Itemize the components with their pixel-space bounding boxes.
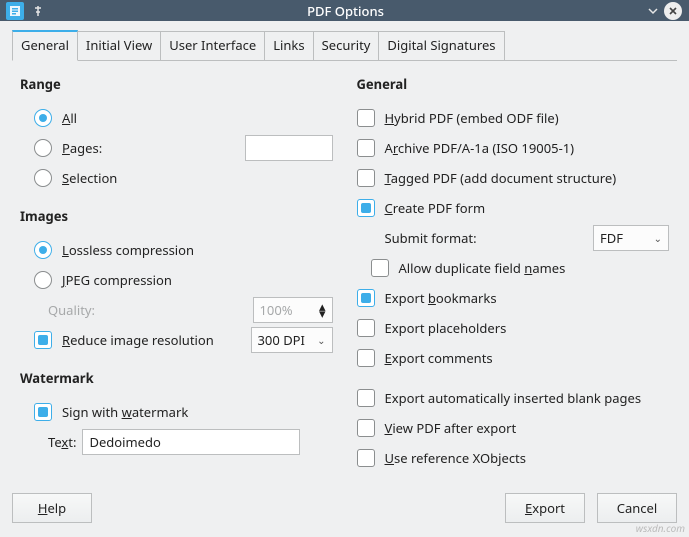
tab-digital-signatures[interactable]: Digital Signatures — [379, 31, 504, 61]
titlebar: PDF Options — [0, 0, 689, 21]
tab-general[interactable]: General — [12, 30, 78, 61]
app-icon — [6, 2, 24, 20]
site-watermark: wsxdn.com — [636, 521, 685, 535]
label-create-form: Create PDF form — [385, 199, 486, 217]
dpi-combo[interactable]: 300 DPI ⌄ — [251, 327, 333, 353]
check-comments[interactable] — [357, 349, 375, 367]
check-reduce[interactable] — [34, 331, 52, 349]
bookmarks-option[interactable]: Export bookmarks — [357, 283, 670, 313]
check-hybrid[interactable] — [357, 109, 375, 127]
label-hybrid: Hybrid PDF (embed ODF file) — [385, 109, 559, 127]
label-sign-watermark: Sign with watermark — [62, 403, 188, 421]
tab-security[interactable]: Security — [314, 31, 380, 61]
quality-spin: 100% ▴▾ — [253, 297, 333, 323]
label-xobjects: Use reference XObjects — [385, 449, 526, 467]
check-archive[interactable] — [357, 139, 375, 157]
submit-format-value: FDF — [600, 229, 623, 247]
tagged-option[interactable]: Tagged PDF (add document structure) — [357, 163, 670, 193]
range-pages-option[interactable]: Pages: — [34, 133, 333, 163]
comments-option[interactable]: Export comments — [357, 343, 670, 373]
window-title: PDF Options — [48, 2, 643, 20]
dpi-value: 300 DPI — [258, 331, 305, 349]
check-placeholders[interactable] — [357, 319, 375, 337]
watermark-text-row: Text: — [48, 427, 333, 457]
label-view-after: View PDF after export — [385, 419, 517, 437]
close-button[interactable] — [663, 1, 683, 21]
sign-watermark-option[interactable]: Sign with watermark — [34, 397, 333, 427]
check-xobjects[interactable] — [357, 449, 375, 467]
range-all-option[interactable]: All — [34, 103, 333, 133]
radio-selection[interactable] — [34, 169, 52, 187]
close-icon — [664, 2, 682, 20]
placeholders-option[interactable]: Export placeholders — [357, 313, 670, 343]
images-group-label: Images — [20, 207, 333, 225]
radio-jpeg[interactable] — [34, 271, 52, 289]
tabstrip: General Initial View User Interface Link… — [12, 29, 677, 61]
chevron-down-icon: ⌄ — [317, 335, 325, 345]
pin-icon[interactable] — [28, 1, 48, 21]
reduce-resolution-option[interactable]: Reduce image resolution 300 DPI ⌄ — [34, 325, 333, 355]
create-form-option[interactable]: Create PDF form — [357, 193, 670, 223]
check-bookmarks[interactable] — [357, 289, 375, 307]
label-pages: Pages: — [62, 139, 102, 157]
tab-initial-view[interactable]: Initial View — [78, 31, 161, 61]
cancel-button[interactable]: Cancel — [597, 493, 677, 523]
label-tagged: Tagged PDF (add document structure) — [385, 169, 617, 187]
check-view-after[interactable] — [357, 419, 375, 437]
submit-format-label: Submit format: — [385, 229, 477, 247]
blank-pages-option[interactable]: Export automatically inserted blank page… — [357, 383, 670, 413]
check-sign-watermark[interactable] — [34, 403, 52, 421]
range-selection-option[interactable]: Selection — [34, 163, 333, 193]
hybrid-option[interactable]: Hybrid PDF (embed ODF file) — [357, 103, 670, 133]
left-column: Range All Pages: Selection Images Lossle… — [20, 75, 333, 473]
label-bookmarks: Export bookmarks — [385, 289, 497, 307]
watermark-text-label: Text: — [48, 433, 76, 451]
chevron-down-icon: ⌄ — [654, 233, 662, 243]
help-button[interactable]: Help — [12, 493, 92, 523]
quality-value: 100% — [260, 301, 293, 319]
radio-pages[interactable] — [34, 139, 52, 157]
check-blank-pages[interactable] — [357, 389, 375, 407]
label-archive: Archive PDF/A-1a (ISO 19005-1) — [385, 139, 575, 157]
label-duplicate-names: Allow duplicate field names — [399, 259, 566, 277]
xobjects-option[interactable]: Use reference XObjects — [357, 443, 670, 473]
submit-format-combo[interactable]: FDF ⌄ — [593, 225, 669, 251]
general-group-label: General — [357, 75, 670, 93]
button-bar: Help Export Cancel — [0, 493, 689, 537]
label-placeholders: Export placeholders — [385, 319, 507, 337]
label-selection: Selection — [62, 169, 117, 187]
duplicate-names-option[interactable]: Allow duplicate field names — [371, 253, 670, 283]
lossless-option[interactable]: Lossless compression — [34, 235, 333, 265]
tab-links[interactable]: Links — [265, 31, 313, 61]
pages-input[interactable] — [245, 135, 333, 161]
watermark-group-label: Watermark — [20, 369, 333, 387]
dialog-body: General Initial View User Interface Link… — [0, 21, 689, 493]
check-tagged[interactable] — [357, 169, 375, 187]
check-create-form[interactable] — [357, 199, 375, 217]
radio-all[interactable] — [34, 109, 52, 127]
view-after-export-option[interactable]: View PDF after export — [357, 413, 670, 443]
check-duplicate-names[interactable] — [371, 259, 389, 277]
submit-format-row: Submit format: FDF ⌄ — [385, 223, 670, 253]
label-reduce: Reduce image resolution — [62, 331, 214, 349]
label-lossless: Lossless compression — [62, 241, 194, 259]
quality-label: Quality: — [48, 301, 95, 319]
label-jpeg: JPEG compression — [62, 271, 172, 289]
export-button[interactable]: Export — [505, 493, 585, 523]
archive-option[interactable]: Archive PDF/A-1a (ISO 19005-1) — [357, 133, 670, 163]
spin-buttons: ▴▾ — [319, 303, 326, 317]
tab-user-interface[interactable]: User Interface — [161, 31, 265, 61]
right-column: General Hybrid PDF (embed ODF file) Arch… — [357, 75, 670, 473]
watermark-text-input[interactable] — [82, 429, 300, 455]
jpeg-option[interactable]: JPEG compression — [34, 265, 333, 295]
tab-content: Range All Pages: Selection Images Lossle… — [12, 60, 677, 485]
label-blank-pages: Export automatically inserted blank page… — [385, 389, 642, 407]
label-comments: Export comments — [385, 349, 493, 367]
label-all: All — [62, 109, 77, 127]
minimize-icon[interactable] — [643, 1, 663, 21]
radio-lossless[interactable] — [34, 241, 52, 259]
range-group-label: Range — [20, 75, 333, 93]
quality-row: Quality: 100% ▴▾ — [34, 295, 333, 325]
